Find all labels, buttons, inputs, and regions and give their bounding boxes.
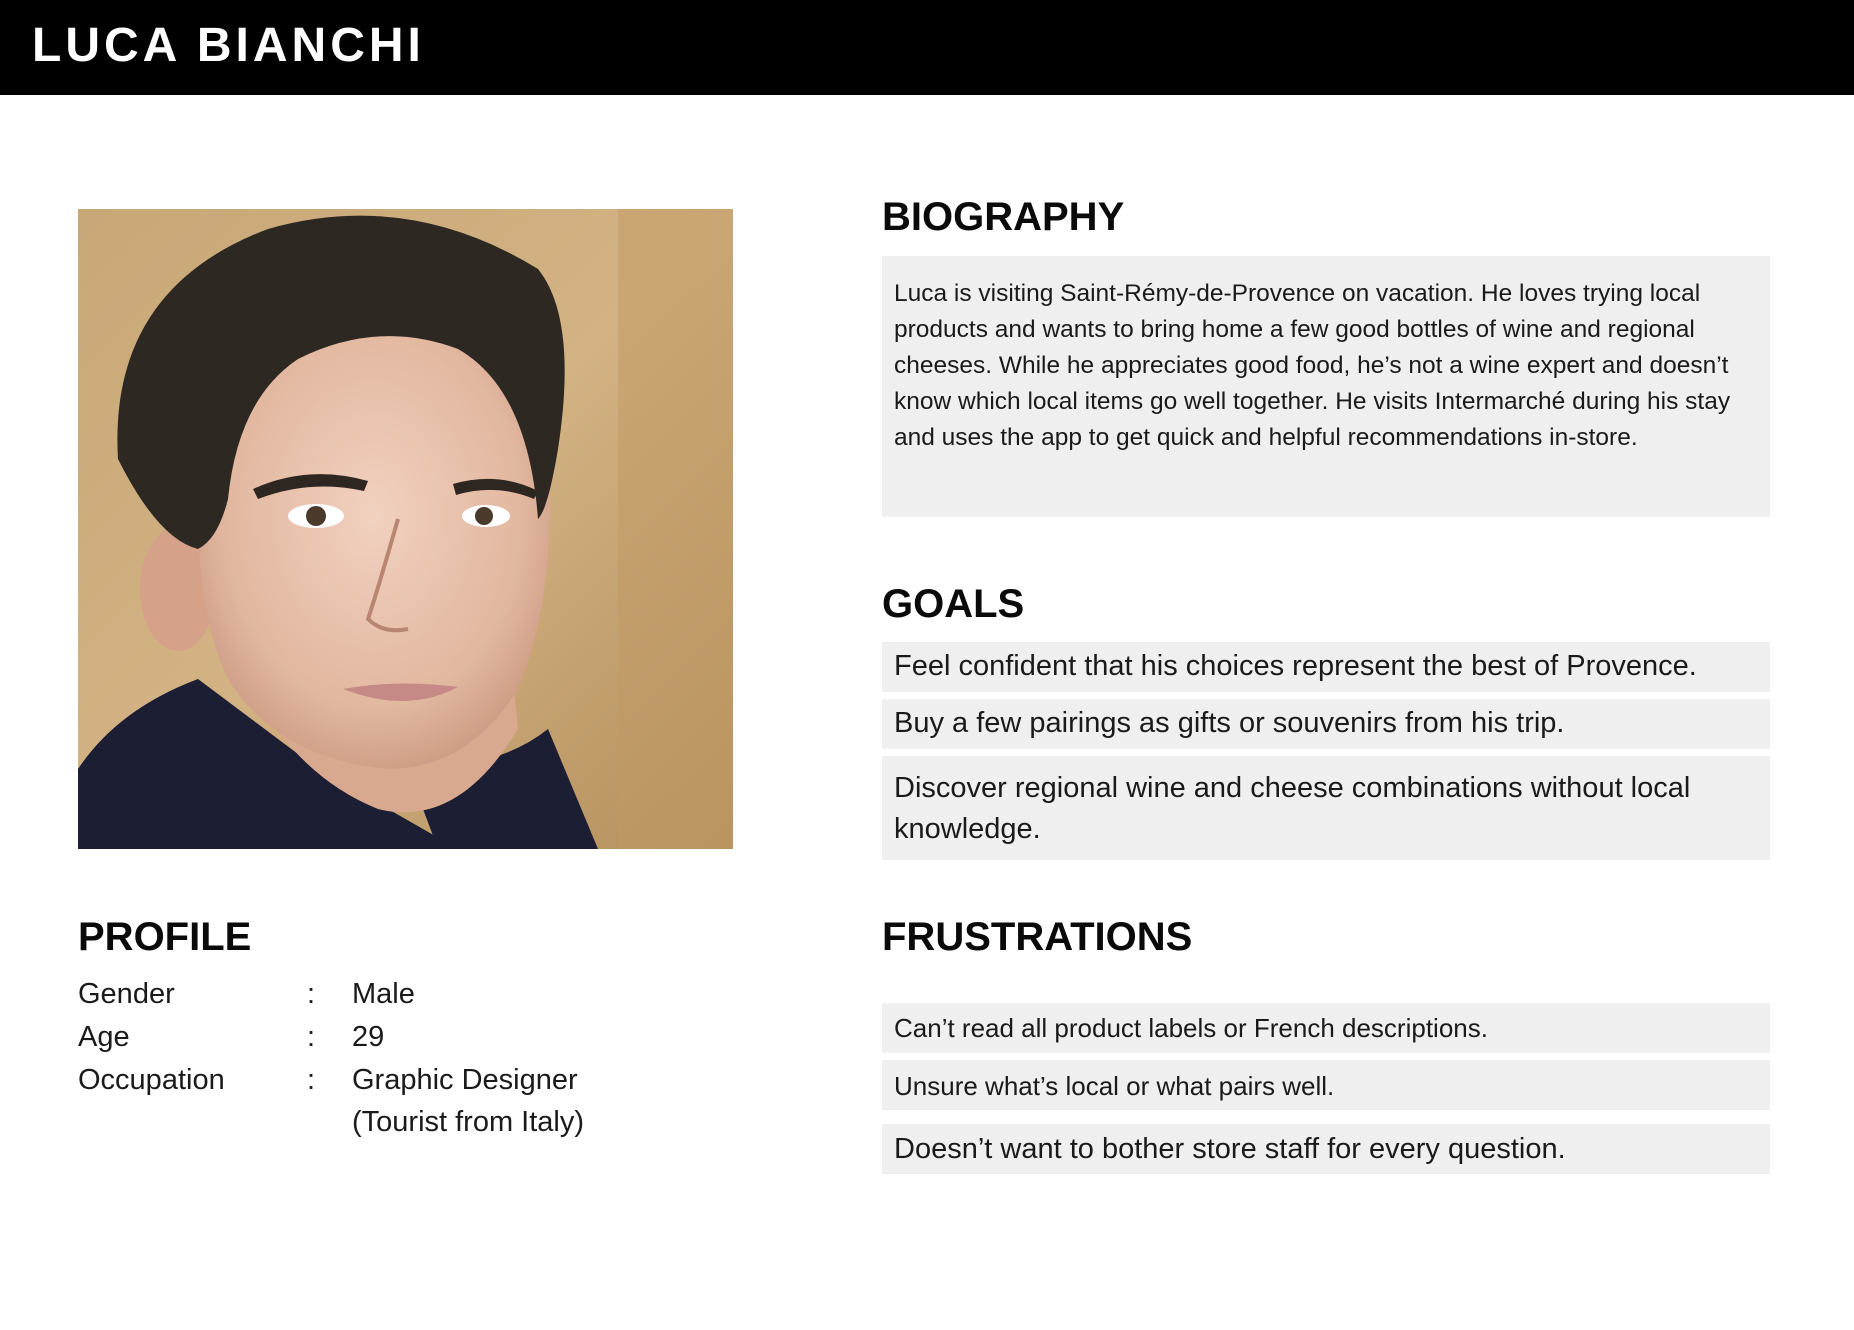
frustration-item: Unsure what’s local or what pairs well.	[882, 1060, 1770, 1110]
goal-item: Discover regional wine and cheese combin…	[882, 756, 1770, 860]
profile-heading: PROFILE	[78, 915, 252, 959]
biography-box: Luca is visiting Saint-Rémy-de-Provence …	[882, 256, 1770, 517]
goal-text: Buy a few pairings as gifts or souvenirs…	[894, 707, 1565, 739]
persona-photo	[78, 209, 733, 849]
goal-item: Feel confident that his choices represen…	[882, 642, 1770, 692]
persona-name: LUCA BIANCHI	[32, 19, 425, 72]
biography-heading: BIOGRAPHY	[882, 195, 1125, 239]
frustration-text: Can’t read all product labels or French …	[894, 1013, 1488, 1043]
profile-value-extra: (Tourist from Italy)	[352, 1106, 585, 1138]
profile-label: Gender	[78, 978, 175, 1010]
profile-label: Occupation	[78, 1064, 225, 1096]
profile-value: 29	[352, 1021, 385, 1053]
profile-separator: :	[307, 1021, 316, 1053]
frustration-text: Unsure what’s local or what pairs well.	[894, 1071, 1335, 1101]
frustration-item: Can’t read all product labels or French …	[882, 1003, 1770, 1053]
profile-row-occupation: Occupation : Graphic Designer (Tourist f…	[78, 1060, 698, 1144]
profile-value: Male	[352, 978, 415, 1010]
goal-text: Discover regional wine and cheese combin…	[894, 772, 1691, 845]
profile-row-gender: Gender : Male	[78, 974, 698, 1014]
goals-heading: GOALS	[882, 582, 1025, 626]
goal-item: Buy a few pairings as gifts or souvenirs…	[882, 699, 1770, 749]
profile-value: Graphic Designer	[352, 1064, 578, 1096]
profile-row-age: Age : 29	[78, 1017, 698, 1057]
profile-separator: :	[307, 978, 316, 1010]
profile-label: Age	[78, 1021, 130, 1053]
biography-text: Luca is visiting Saint-Rémy-de-Provence …	[894, 280, 1731, 451]
page-header: LUCA BIANCHI	[0, 0, 1854, 95]
frustrations-heading: FRUSTRATIONS	[882, 915, 1193, 959]
goal-text: Feel confident that his choices represen…	[894, 650, 1697, 682]
profile-separator: :	[307, 1064, 316, 1096]
frustration-text: Doesn’t want to bother store staff for e…	[894, 1133, 1566, 1165]
frustration-item: Doesn’t want to bother store staff for e…	[882, 1124, 1770, 1174]
